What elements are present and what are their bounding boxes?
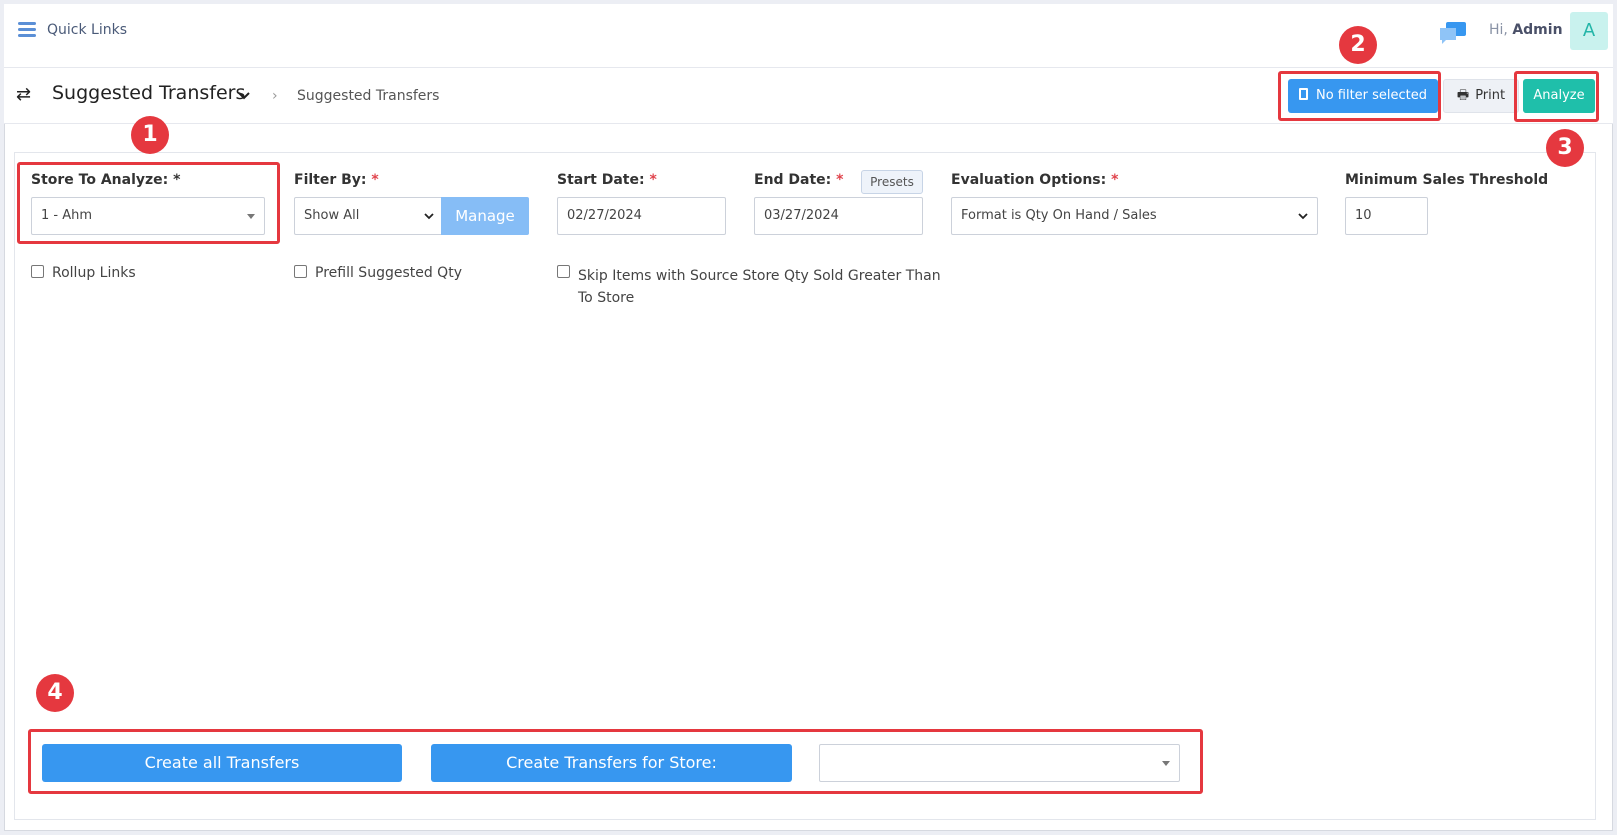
skip-items-checkbox[interactable] — [557, 265, 570, 278]
breadcrumb[interactable]: Suggested Transfers — [297, 88, 439, 104]
chevron-down-icon — [1298, 213, 1308, 220]
form-panel — [14, 152, 1596, 820]
start-date-input[interactable]: 02/27/2024 — [557, 197, 726, 235]
print-button[interactable]: 🖶 Print — [1443, 79, 1519, 113]
prefill-qty-label: Prefill Suggested Qty — [315, 265, 462, 281]
annotation-box-3 — [1514, 71, 1599, 122]
skip-items-label: Skip Items with Source Store Qty Sold Gr… — [578, 268, 941, 306]
user-greeting: Hi, Admin — [1489, 22, 1563, 38]
annotation-badge-1: 1 — [131, 116, 169, 154]
avatar[interactable]: A — [1570, 12, 1608, 50]
page-title: Suggested Transfers — [52, 82, 246, 104]
prefill-qty-checkbox[interactable] — [294, 265, 307, 278]
threshold-input[interactable]: 10 — [1345, 197, 1428, 235]
end-date-input[interactable]: 03/27/2024 — [754, 197, 923, 235]
annotation-box-4 — [28, 729, 1203, 794]
annotation-badge-4: 4 — [36, 674, 74, 712]
evaluation-options-select[interactable]: Format is Qty On Hand / Sales — [951, 197, 1318, 235]
rollup-links-checkbox[interactable] — [31, 265, 44, 278]
rollup-links-label: Rollup Links — [52, 265, 136, 281]
filter-select[interactable]: Show All — [294, 197, 444, 235]
annotation-badge-2: 2 — [1339, 26, 1377, 64]
end-date-label: End Date: * — [754, 172, 844, 188]
menu-icon[interactable] — [18, 22, 36, 37]
user-name: Admin — [1512, 22, 1563, 38]
chevron-down-icon[interactable] — [236, 88, 252, 104]
manage-button[interactable]: Manage — [441, 197, 529, 235]
annotation-box-1 — [17, 162, 280, 244]
start-date-label: Start Date: * — [557, 172, 657, 188]
quick-links-link[interactable]: Quick Links — [47, 22, 127, 38]
threshold-label: Minimum Sales Threshold — [1345, 172, 1549, 188]
presets-button[interactable]: Presets — [861, 170, 923, 194]
evaluation-options-label: Evaluation Options: * — [951, 172, 1119, 188]
chevron-down-icon — [424, 213, 434, 220]
swap-arrows-icon: ⇄ — [16, 84, 32, 105]
annotation-box-2 — [1278, 71, 1441, 121]
printer-icon: 🖶 — [1456, 88, 1470, 103]
breadcrumb-chevron-icon: › — [272, 88, 278, 104]
filter-label: Filter By: * — [294, 172, 379, 188]
chat-icon[interactable] — [1438, 20, 1468, 46]
annotation-badge-3: 3 — [1546, 129, 1584, 167]
